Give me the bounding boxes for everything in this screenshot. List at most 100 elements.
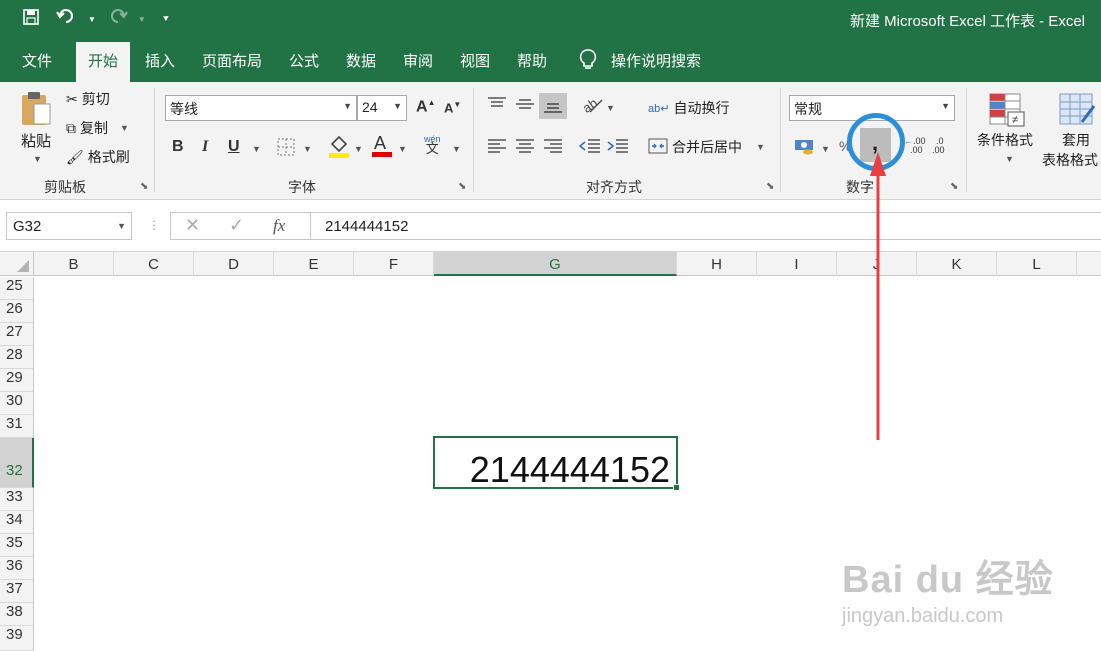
cancel-icon[interactable]: ✕ bbox=[185, 215, 200, 236]
row-header[interactable]: 36 bbox=[0, 557, 34, 580]
increase-indent-icon[interactable] bbox=[607, 138, 629, 157]
select-all-corner[interactable] bbox=[0, 252, 34, 276]
fill-color-button[interactable] bbox=[328, 134, 350, 161]
row-header[interactable]: 28 bbox=[0, 346, 34, 369]
redo-icon[interactable] bbox=[106, 8, 128, 30]
column-header[interactable]: H bbox=[677, 252, 757, 276]
paste-button[interactable] bbox=[18, 90, 54, 131]
copy-button[interactable]: ⧉ 复制 ▼ bbox=[66, 118, 129, 138]
tab-insert[interactable]: 插入 bbox=[145, 50, 175, 71]
number-launcher-icon[interactable]: ⬊ bbox=[950, 181, 958, 192]
increase-decimal-button[interactable]: ←.00.00 bbox=[904, 137, 926, 155]
merge-center-button[interactable]: 合并后居中 ▼ bbox=[648, 137, 765, 157]
decrease-indent-icon[interactable] bbox=[578, 138, 601, 157]
tab-formulas[interactable]: 公式 bbox=[289, 50, 319, 71]
font-color-button[interactable]: A bbox=[371, 132, 393, 161]
active-cell[interactable]: 2144444152 bbox=[433, 436, 678, 490]
row-header[interactable]: 39 bbox=[0, 626, 34, 651]
border-button[interactable] bbox=[277, 138, 295, 159]
alignment-launcher-icon[interactable]: ⬊ bbox=[766, 181, 774, 192]
enter-icon[interactable]: ✓ bbox=[229, 215, 244, 236]
name-box[interactable]: G32 ▼ bbox=[6, 212, 132, 240]
tab-view[interactable]: 视图 bbox=[460, 50, 490, 71]
underline-button[interactable]: U bbox=[228, 138, 240, 156]
column-header[interactable]: B bbox=[34, 252, 114, 276]
align-right-icon[interactable] bbox=[543, 138, 563, 157]
align-bottom-icon[interactable] bbox=[539, 93, 567, 119]
undo-dropdown-icon[interactable]: ▼ bbox=[88, 15, 96, 24]
merge-center-dropdown-icon[interactable]: ▼ bbox=[756, 142, 765, 152]
conditional-format-label[interactable]: 条件格式 bbox=[977, 130, 1033, 150]
row-header[interactable]: 38 bbox=[0, 603, 34, 626]
more-options-icon[interactable]: ⋮ bbox=[148, 218, 160, 232]
row-header[interactable]: 33 bbox=[0, 488, 34, 511]
tab-help[interactable]: 帮助 bbox=[517, 50, 547, 71]
font-size-select[interactable]: 24 ▼ bbox=[357, 95, 407, 121]
row-header[interactable]: 34 bbox=[0, 511, 34, 534]
column-header[interactable]: K bbox=[917, 252, 997, 276]
customize-qat-icon[interactable]: ⯆ bbox=[162, 14, 170, 25]
row-header[interactable]: 25 bbox=[0, 277, 34, 300]
accounting-dropdown-icon[interactable]: ▼ bbox=[821, 144, 830, 154]
tell-me-search[interactable]: 操作说明搜索 bbox=[611, 50, 701, 71]
fill-handle[interactable] bbox=[673, 484, 680, 491]
wrap-text-button[interactable]: ab↵ 自动换行 bbox=[648, 98, 729, 118]
orientation-icon[interactable]: ab bbox=[580, 95, 604, 117]
italic-button[interactable]: I bbox=[202, 138, 208, 156]
column-header[interactable]: I bbox=[757, 252, 837, 276]
row-header[interactable]: 30 bbox=[0, 392, 34, 415]
column-header[interactable]: C bbox=[114, 252, 194, 276]
tab-home[interactable]: 开始 bbox=[76, 42, 131, 82]
row-header[interactable]: 31 bbox=[0, 415, 34, 438]
phonetic-button[interactable]: wén 文 bbox=[424, 134, 441, 155]
tab-page-layout[interactable]: 页面布局 bbox=[202, 50, 262, 71]
underline-dropdown-icon[interactable]: ▼ bbox=[252, 144, 261, 154]
phonetic-dropdown-icon[interactable]: ▼ bbox=[452, 144, 461, 154]
column-header[interactable]: E bbox=[274, 252, 354, 276]
insert-function-icon[interactable]: fx bbox=[273, 216, 285, 236]
undo-icon[interactable] bbox=[56, 8, 78, 30]
column-header[interactable]: L bbox=[997, 252, 1077, 276]
format-painter-button[interactable]: 🖌 格式刷 bbox=[66, 147, 130, 167]
lightbulb-icon[interactable] bbox=[578, 48, 598, 74]
font-launcher-icon[interactable]: ⬊ bbox=[458, 181, 466, 192]
conditional-format-icon[interactable]: ≠ bbox=[988, 92, 1026, 131]
row-header[interactable]: 26 bbox=[0, 300, 34, 323]
redo-dropdown-icon[interactable]: ▼ bbox=[138, 15, 146, 24]
column-header[interactable]: F bbox=[354, 252, 434, 276]
decrease-decimal-button[interactable]: .0.00 bbox=[932, 137, 945, 155]
copy-dropdown-icon[interactable]: ▼ bbox=[120, 123, 129, 133]
shrink-font-button[interactable]: A▼ bbox=[444, 100, 461, 115]
paste-label[interactable]: 粘贴 bbox=[21, 130, 51, 151]
clipboard-launcher-icon[interactable]: ⬊ bbox=[140, 181, 148, 192]
accounting-format-icon[interactable] bbox=[794, 136, 816, 159]
table-format-label-1[interactable]: 套用 bbox=[1062, 130, 1090, 150]
formula-input[interactable]: 2144444152 bbox=[310, 212, 1101, 240]
align-top-icon[interactable] bbox=[487, 96, 507, 115]
row-header-selected[interactable]: 32 bbox=[0, 438, 34, 488]
border-dropdown-icon[interactable]: ▼ bbox=[303, 144, 312, 154]
column-header-selected[interactable]: G bbox=[434, 252, 677, 276]
cut-button[interactable]: ✂ 剪切 bbox=[66, 89, 110, 109]
bold-button[interactable]: B bbox=[172, 138, 184, 156]
align-center-icon[interactable] bbox=[515, 138, 535, 157]
row-header[interactable]: 27 bbox=[0, 323, 34, 346]
tab-review[interactable]: 审阅 bbox=[403, 50, 433, 71]
column-header[interactable]: D bbox=[194, 252, 274, 276]
orientation-dropdown-icon[interactable]: ▼ bbox=[606, 103, 615, 113]
row-header[interactable]: 29 bbox=[0, 369, 34, 392]
font-name-select[interactable]: 等线 ▼ bbox=[165, 95, 357, 121]
font-color-dropdown-icon[interactable]: ▼ bbox=[398, 144, 407, 154]
paste-dropdown-icon[interactable]: ▼ bbox=[33, 154, 42, 164]
align-middle-icon[interactable] bbox=[515, 96, 535, 115]
row-header[interactable]: 35 bbox=[0, 534, 34, 557]
tab-file[interactable]: 文件 bbox=[22, 50, 52, 71]
tab-data[interactable]: 数据 bbox=[346, 50, 376, 71]
align-left-icon[interactable] bbox=[487, 138, 507, 157]
row-header[interactable]: 37 bbox=[0, 580, 34, 603]
conditional-format-dropdown-icon[interactable]: ▼ bbox=[1005, 154, 1014, 164]
table-format-label-2[interactable]: 表格格式 bbox=[1042, 150, 1098, 170]
fill-color-dropdown-icon[interactable]: ▼ bbox=[354, 144, 363, 154]
table-format-icon[interactable] bbox=[1058, 92, 1096, 131]
grow-font-button[interactable]: A▲ bbox=[416, 98, 435, 116]
